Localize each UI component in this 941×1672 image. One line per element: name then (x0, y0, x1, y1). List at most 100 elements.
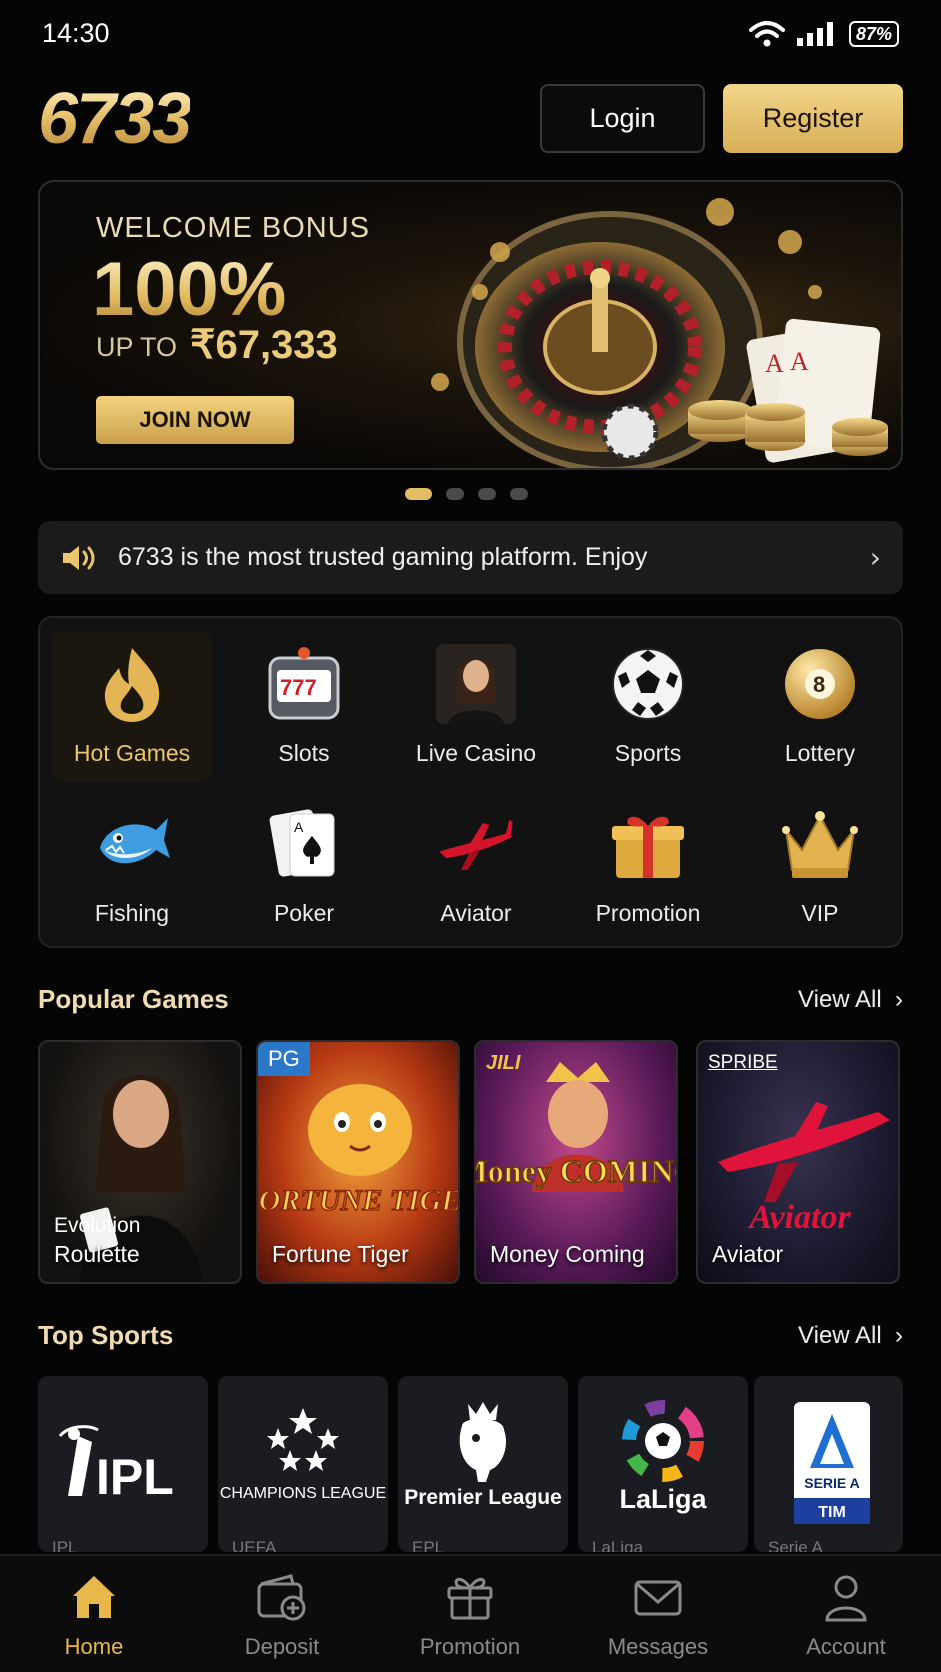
promo-banner[interactable]: A A WELCOME BONUS 100% UP TO ₹67,333 JOI… (38, 180, 903, 470)
signal-icon (796, 22, 833, 46)
league-sub-label: EPL (412, 1538, 445, 1552)
wallet-plus-icon (257, 1574, 306, 1621)
popular-view-all-link[interactable]: View All › (798, 986, 903, 1014)
status-icons: 87% (748, 20, 899, 48)
view-all-label: View All (798, 986, 882, 1013)
carousel-dot[interactable] (405, 488, 432, 500)
chevron-right-icon: › (888, 1322, 903, 1349)
carousel-dots (405, 488, 528, 500)
top-sports-title: Top Sports (38, 1320, 174, 1350)
category-lottery[interactable]: 8 Lottery (740, 632, 900, 782)
login-button[interactable]: Login (540, 84, 705, 153)
category-vip[interactable]: VIP (740, 792, 900, 942)
fortune-tiger-art-text: FORTUNE TIGER (258, 1184, 460, 1217)
serie-a-sponsor-text: TIM (818, 1504, 846, 1521)
league-sub-label: Serie A (768, 1538, 823, 1552)
sport-card-premier-league[interactable]: Premier League EPL (398, 1376, 568, 1552)
sport-card-serie-a[interactable]: SERIE A TIM Serie A (754, 1376, 903, 1552)
premier-league-logo: Premier League (404, 1402, 562, 1509)
category-label: Sports (614, 740, 682, 766)
soccer-ball-icon (612, 648, 684, 720)
category-sports[interactable]: Sports (568, 632, 728, 782)
popular-games-title: Popular Games (38, 984, 229, 1014)
flame-icon (104, 648, 160, 722)
category-aviator[interactable]: Aviator (396, 792, 556, 942)
carousel-dot[interactable] (478, 488, 496, 500)
sport-card-laliga[interactable]: LaLiga LaLiga (578, 1376, 748, 1552)
top-sports-row: IPL IPL CHAMPIONS LEAGUE UEFA Premier Le… (38, 1376, 903, 1552)
status-bar: 14:30 87% (0, 0, 941, 66)
nav-deposit[interactable]: Deposit (188, 1570, 376, 1660)
join-now-button[interactable]: JOIN NOW (96, 396, 294, 444)
aviator-art-text: Aviator (747, 1199, 851, 1236)
serie-a-logo: SERIE A TIM (794, 1402, 870, 1524)
announcement-bar[interactable]: 6733 is the most trusted gaming platform… (38, 521, 903, 594)
svg-text:A: A (790, 347, 809, 376)
category-promotion[interactable]: Promotion (568, 792, 728, 942)
nav-label: Messages (607, 1634, 709, 1659)
game-title: Fortune Tiger (272, 1241, 409, 1267)
gift-icon (612, 816, 684, 878)
money-coming-art-text: Money COMING (476, 1153, 678, 1189)
sport-card-ipl[interactable]: IPL IPL (38, 1376, 208, 1552)
svg-text:777: 777 (280, 675, 317, 700)
ipl-logo-text: IPL (96, 1449, 174, 1505)
category-label: VIP (801, 900, 839, 926)
game-card-roulette[interactable]: Evolution Roulette (38, 1040, 242, 1284)
category-label: Hot Games (73, 740, 191, 766)
game-card-money-coming[interactable]: JILI Money COMING Money Coming (474, 1040, 678, 1284)
game-title: Aviator (712, 1241, 784, 1267)
game-card-aviator[interactable]: SPRIBE Aviator Aviator (696, 1040, 900, 1284)
league-sub-label: IPL (52, 1538, 78, 1552)
speaker-icon (63, 545, 95, 570)
carousel-dot[interactable] (446, 488, 464, 500)
nav-messages[interactable]: Messages (564, 1570, 752, 1660)
nav-home[interactable]: Home (0, 1570, 188, 1660)
view-all-label: View All (798, 1322, 882, 1349)
laliga-logo: LaLiga (619, 1400, 707, 1514)
category-label: Poker (273, 900, 335, 926)
announcement-text: 6733 is the most trusted gaming platform… (118, 543, 648, 571)
brand-logo[interactable]: 6733 (38, 83, 192, 155)
sport-card-champions-league[interactable]: CHAMPIONS LEAGUE UEFA (218, 1376, 388, 1552)
fish-icon (100, 818, 170, 864)
ipl-logo: IPL (58, 1425, 174, 1505)
crown-icon (782, 811, 858, 878)
nav-promotion[interactable]: Promotion (376, 1570, 564, 1660)
banner-amount: ₹67,333 (190, 323, 338, 367)
banner-headline: WELCOME BONUS (96, 212, 371, 244)
popular-games-row: Evolution Roulette PG FORTUNE TIGER Fort… (38, 1040, 903, 1284)
category-live-casino[interactable]: Live Casino (396, 632, 556, 782)
roulette-illustration: A A (431, 198, 888, 468)
champions-league-logo-text: CHAMPIONS LEAGUE (220, 1485, 386, 1502)
carousel-dot[interactable] (510, 488, 528, 500)
category-label: Promotion (595, 900, 701, 926)
dealer-icon (436, 644, 516, 724)
playing-cards-icon: A (269, 809, 335, 877)
category-grid: Hot Games 777 Slots Live Casino Sports 8… (38, 616, 903, 948)
category-fishing[interactable]: Fishing (52, 792, 212, 942)
user-icon (825, 1575, 867, 1622)
sports-view-all-link[interactable]: View All › (798, 1322, 903, 1350)
wifi-icon (748, 21, 785, 47)
nav-account[interactable]: Account (752, 1570, 940, 1660)
game-title: Roulette (54, 1241, 140, 1267)
nav-label: Home (64, 1634, 124, 1659)
chevron-right-icon[interactable]: › (870, 541, 881, 574)
category-label: Aviator (440, 900, 512, 926)
banner-up-to: UP TO (96, 332, 178, 362)
category-poker[interactable]: A Poker (224, 792, 384, 942)
category-slots[interactable]: 777 Slots (224, 632, 384, 782)
premier-league-logo-text: Premier League (404, 1486, 562, 1509)
league-sub-label: UEFA (232, 1538, 277, 1552)
app-header: 6733 Login Register (38, 83, 903, 155)
svg-text:8: 8 (813, 672, 825, 697)
category-hot-games[interactable]: Hot Games (52, 632, 212, 782)
banner-percent: 100% (92, 247, 287, 332)
envelope-icon (634, 1580, 682, 1616)
game-card-fortune-tiger[interactable]: PG FORTUNE TIGER Fortune Tiger (256, 1040, 460, 1284)
register-button[interactable]: Register (723, 84, 903, 153)
league-sub-label: LaLiga (592, 1538, 644, 1552)
nav-label: Promotion (419, 1634, 521, 1659)
clock: 14:30 (42, 18, 110, 48)
